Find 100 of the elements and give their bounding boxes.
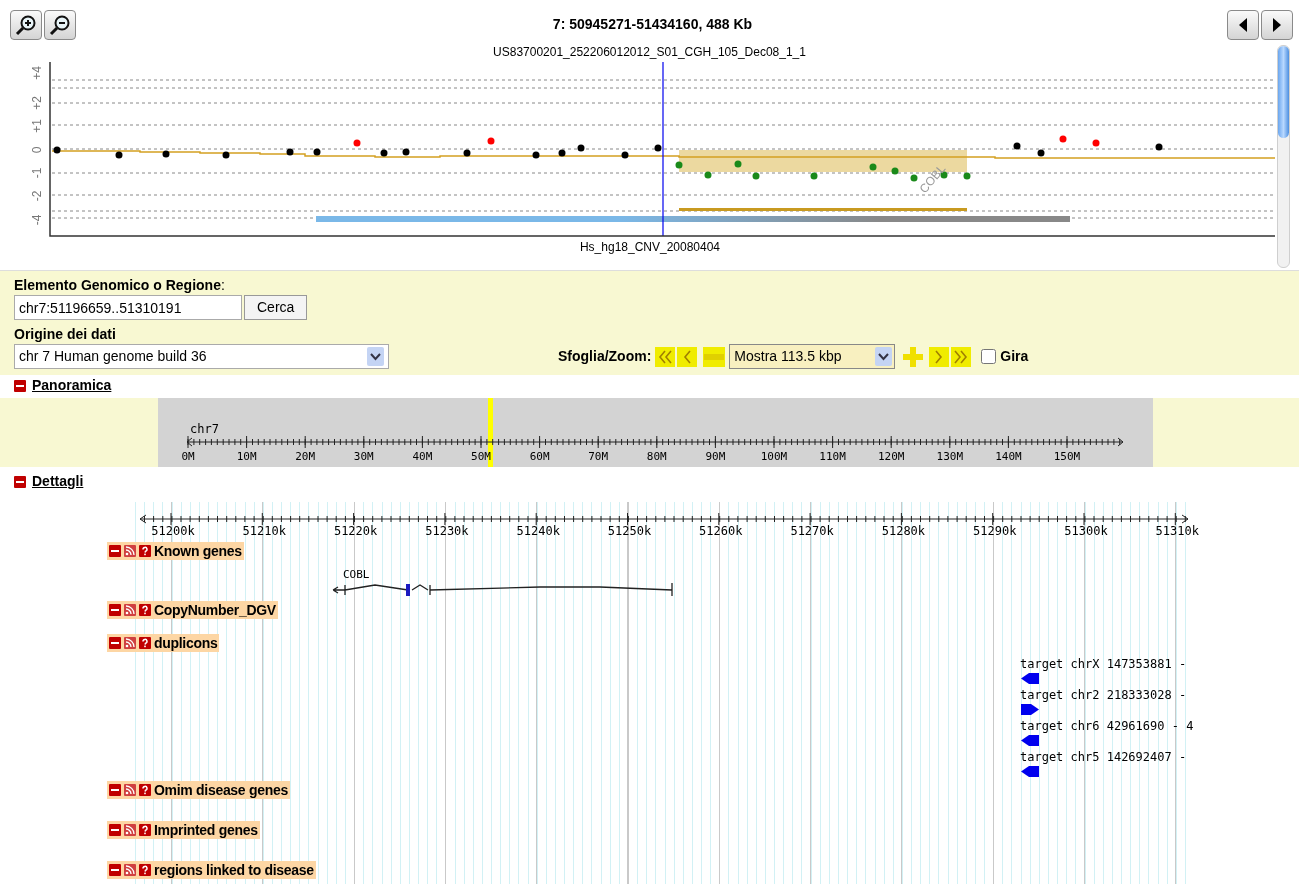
previous-button[interactable] — [1227, 10, 1259, 40]
scrollbar[interactable] — [1277, 45, 1290, 268]
ruler-label: 40M — [412, 450, 433, 463]
ruler-label: 10M — [236, 450, 257, 463]
data-source-label: Origine dei dati — [14, 326, 116, 342]
track-name: regions linked to disease — [154, 860, 314, 880]
ruler-label: 51290k — [973, 524, 1017, 538]
chromosome-label: chr7 — [190, 422, 219, 436]
ruler-label: 51240k — [516, 524, 560, 538]
next-button[interactable] — [1261, 10, 1293, 40]
collapse-icon[interactable] — [109, 824, 121, 836]
ruler-label: 130M — [936, 450, 964, 463]
track-name: Omim disease genes — [154, 780, 288, 800]
page-back-button[interactable] — [655, 346, 676, 367]
ruler-label: 51270k — [790, 524, 834, 538]
help-icon[interactable] — [139, 784, 151, 796]
browse-zoom-label: Sfoglia/Zoom: — [558, 347, 652, 366]
collapse-icon[interactable] — [109, 604, 121, 616]
ruler-label: 51200k — [151, 524, 195, 538]
collapse-icon[interactable] — [109, 545, 121, 557]
feed-icon[interactable] — [124, 864, 136, 876]
feed-icon[interactable] — [124, 824, 136, 836]
caret-icon — [367, 347, 384, 366]
ruler-label: 51220k — [333, 524, 378, 538]
step-forward-button[interactable] — [929, 346, 950, 367]
zoom-out-button[interactable] — [44, 10, 76, 40]
left-arrow-icon — [1020, 672, 1040, 685]
right-arrow-icon — [1020, 703, 1040, 716]
ruler-label: 120M — [877, 450, 905, 463]
triangle-right-icon — [1271, 17, 1283, 33]
zoom-select[interactable]: Mostra 113.5 kbp — [729, 344, 896, 369]
axis-label: +2 — [30, 96, 44, 110]
ruler-label: 51260k — [699, 524, 743, 538]
flip-checkbox[interactable] — [981, 349, 997, 364]
axis-label: -1 — [30, 167, 44, 179]
help-icon[interactable] — [139, 545, 151, 557]
zoom-in-icon — [15, 14, 37, 36]
step-back-button[interactable] — [677, 346, 698, 367]
double-chevron-left-icon — [658, 349, 673, 364]
collapse-icon[interactable] — [109, 864, 121, 876]
ruler-label: 51250k — [607, 524, 652, 538]
collapse-icon[interactable] — [14, 379, 26, 392]
ruler-label: 90M — [705, 450, 726, 463]
ruler-label: 140M — [995, 450, 1022, 463]
ruler-label: 51210k — [242, 524, 286, 538]
help-icon[interactable] — [139, 824, 151, 836]
chevron-right-icon — [935, 349, 944, 364]
caret-icon — [875, 347, 893, 366]
ruler-label: 60M — [529, 450, 550, 463]
zoom-out-icon — [49, 14, 71, 36]
axis-label: -4 — [30, 214, 44, 226]
ruler-label: 20M — [295, 450, 316, 463]
double-chevron-right-icon — [954, 349, 969, 364]
plot-subtitle: US83700201_252206012012_S01_CGH_105_Dec08_1_1 — [493, 45, 806, 59]
collapse-icon[interactable] — [109, 637, 121, 649]
ruler-label: 51280k — [881, 524, 926, 538]
region-field[interactable]: chr7:51196659..51310191 — [14, 295, 242, 320]
feed-icon[interactable] — [124, 604, 136, 616]
chevron-left-icon — [683, 349, 692, 364]
help-icon[interactable] — [139, 864, 151, 876]
search-button[interactable]: Cerca — [244, 295, 308, 320]
track-caption: Hs_hg18_CNV_20080404 — [579, 240, 721, 254]
track-name: CopyNumber_DGV — [154, 600, 276, 620]
feed-icon[interactable] — [124, 545, 136, 557]
gene-label: COBL — [343, 568, 370, 581]
duplicon-label: target chr6 42961690 - 4 — [1020, 719, 1195, 734]
left-arrow-icon — [1020, 734, 1040, 747]
feed-icon[interactable] — [124, 637, 136, 649]
duplicon-label: target chr2 218333028 - — [1020, 688, 1188, 703]
help-icon[interactable] — [139, 604, 151, 616]
track-name: Imprinted genes — [154, 820, 258, 840]
page-forward-button[interactable] — [951, 346, 972, 367]
axis-label: +4 — [30, 66, 44, 80]
flip-label: Gira — [1000, 347, 1029, 366]
minus-icon — [704, 352, 725, 361]
axis-label: -2 — [30, 190, 44, 202]
collapse-icon[interactable] — [109, 784, 121, 796]
ruler-label: 150M — [1053, 450, 1081, 463]
zoom-in-button[interactable] — [10, 10, 42, 40]
region-label: Elemento Genomico o Regione: — [14, 276, 226, 295]
ruler-label: 51230k — [425, 524, 469, 538]
ruler-label: 100M — [760, 450, 788, 463]
section-link[interactable]: Dettagli — [32, 471, 84, 492]
duplicon-label: target chr5 142692407 - — [1020, 750, 1188, 765]
plus-icon — [903, 346, 924, 367]
track-name: Known genes — [154, 541, 242, 561]
section-link[interactable]: Panoramica — [32, 375, 112, 396]
collapse-icon[interactable] — [14, 475, 26, 488]
ruler-label: 80M — [646, 450, 667, 463]
duplicon-label: target chrX 147353881 - — [1020, 657, 1188, 672]
axis-label: +1 — [30, 119, 44, 133]
ruler-label: 0M — [181, 450, 195, 463]
data-source-select[interactable]: chr 7 Human genome build 36 — [14, 344, 389, 369]
left-arrow-icon — [1020, 765, 1040, 778]
triangle-left-icon — [1237, 17, 1249, 33]
axis-label: 0 — [30, 146, 44, 154]
ruler-label: 110M — [819, 450, 846, 463]
help-icon[interactable] — [139, 637, 151, 649]
feed-icon[interactable] — [124, 784, 136, 796]
ruler-label: 51300k — [1064, 524, 1108, 538]
